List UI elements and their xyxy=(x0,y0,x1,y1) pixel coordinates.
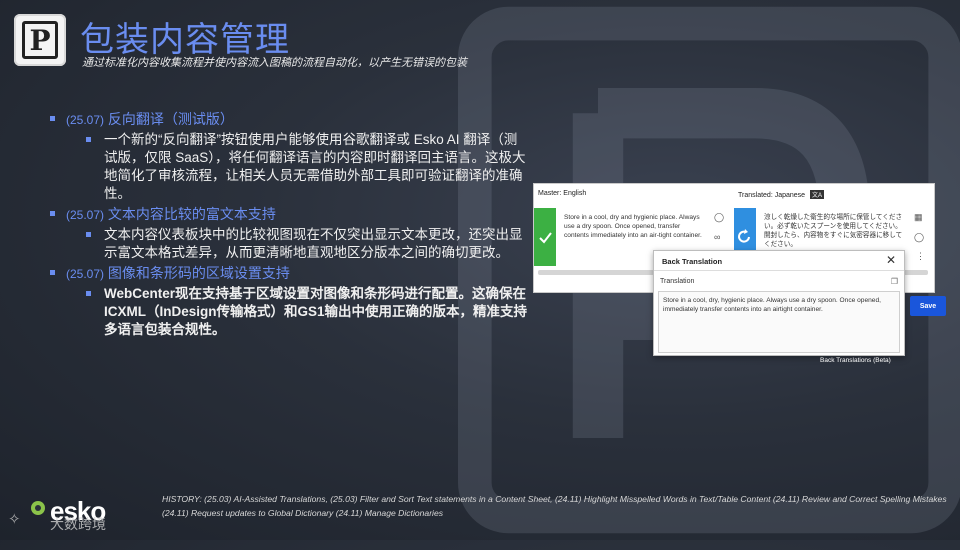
page-subtitle: 通过标准化内容收集流程并使内容流入图稿的流程自动化，以产生无错误的包装 xyxy=(82,57,467,69)
save-button[interactable]: Save xyxy=(910,296,946,316)
feature-heading-back-translation: (25.07) 反向翻译（测试版） xyxy=(48,110,528,129)
translation-textarea[interactable]: Store in a cool, dry, hygienic place. Al… xyxy=(658,291,900,353)
esko-logo-icon xyxy=(31,501,45,515)
scrollbar[interactable] xyxy=(538,270,654,275)
back-translation-dialog: Back Translation ✕ Translation ❐ Store i… xyxy=(653,250,905,356)
history-text: HISTORY: (25.03) AI-Assisted Translation… xyxy=(162,494,947,518)
feature-title: 反向翻译（测试版） xyxy=(107,111,234,127)
watermark-icon: ✧ xyxy=(8,511,21,528)
close-icon[interactable]: ✕ xyxy=(886,253,896,267)
feature-detail: 一个新的“反向翻译”按钮使用户能够使用谷歌翻译或 Esko AI 翻译（测试版，… xyxy=(48,131,528,203)
master-language-label: Master: English xyxy=(538,190,587,197)
feature-version: (25.07) xyxy=(66,267,105,281)
comment-icon[interactable]: ◯ xyxy=(914,232,924,243)
more-options-icon[interactable]: ⋮ xyxy=(916,251,925,262)
feature-list: (25.07) 反向翻译（测试版） 一个新的“反向翻译”按钮使用户能够使用谷歌翻… xyxy=(48,108,528,341)
link-icon[interactable]: ∞ xyxy=(714,232,720,242)
feature-version: (25.07) xyxy=(66,113,105,127)
screenshot-caption: Back Translations (Beta) xyxy=(820,357,891,364)
feature-title: 图像和条形码的区域设置支持 xyxy=(107,265,290,281)
feature-heading-locale: (25.07) 图像和条形码的区域设置支持 xyxy=(48,264,528,283)
translate-icon: 文A xyxy=(810,190,825,199)
feature-detail: WebCenter现在支持基于区域设置对图像和条形码进行配置。这确保在ICXML… xyxy=(48,285,528,339)
watermark-text: 大数跨境 xyxy=(50,516,106,532)
master-text: Store in a cool, dry and hygienic place.… xyxy=(564,214,702,239)
translation-label: Translation xyxy=(660,278,695,285)
copy-icon[interactable]: ❐ xyxy=(891,277,898,286)
feature-detail: 文本内容仪表板块中的比较视图现在不仅突出显示文本更改，还突出显示富文本格式差异，… xyxy=(48,226,528,262)
translated-language-label: Translated: Japanese 文A xyxy=(738,190,825,199)
feature-version: (25.07) xyxy=(66,208,105,222)
check-icon xyxy=(539,232,552,244)
dialog-title: Back Translation xyxy=(662,257,723,266)
divider xyxy=(654,270,904,271)
feature-title: 文本内容比较的富文本支持 xyxy=(107,206,276,222)
keyboard-icon[interactable]: ▦ xyxy=(914,212,923,223)
translated-text: 涼しく乾燥した衛生的な場所に保管してください。必ず乾いたスプーンを使用してくださ… xyxy=(764,214,903,247)
feature-heading-rich-text: (25.07) 文本内容比较的富文本支持 xyxy=(48,205,528,224)
approved-status-bar xyxy=(534,208,556,266)
comment-icon[interactable]: ◯ xyxy=(714,212,724,223)
app-logo-icon: P xyxy=(14,14,66,66)
